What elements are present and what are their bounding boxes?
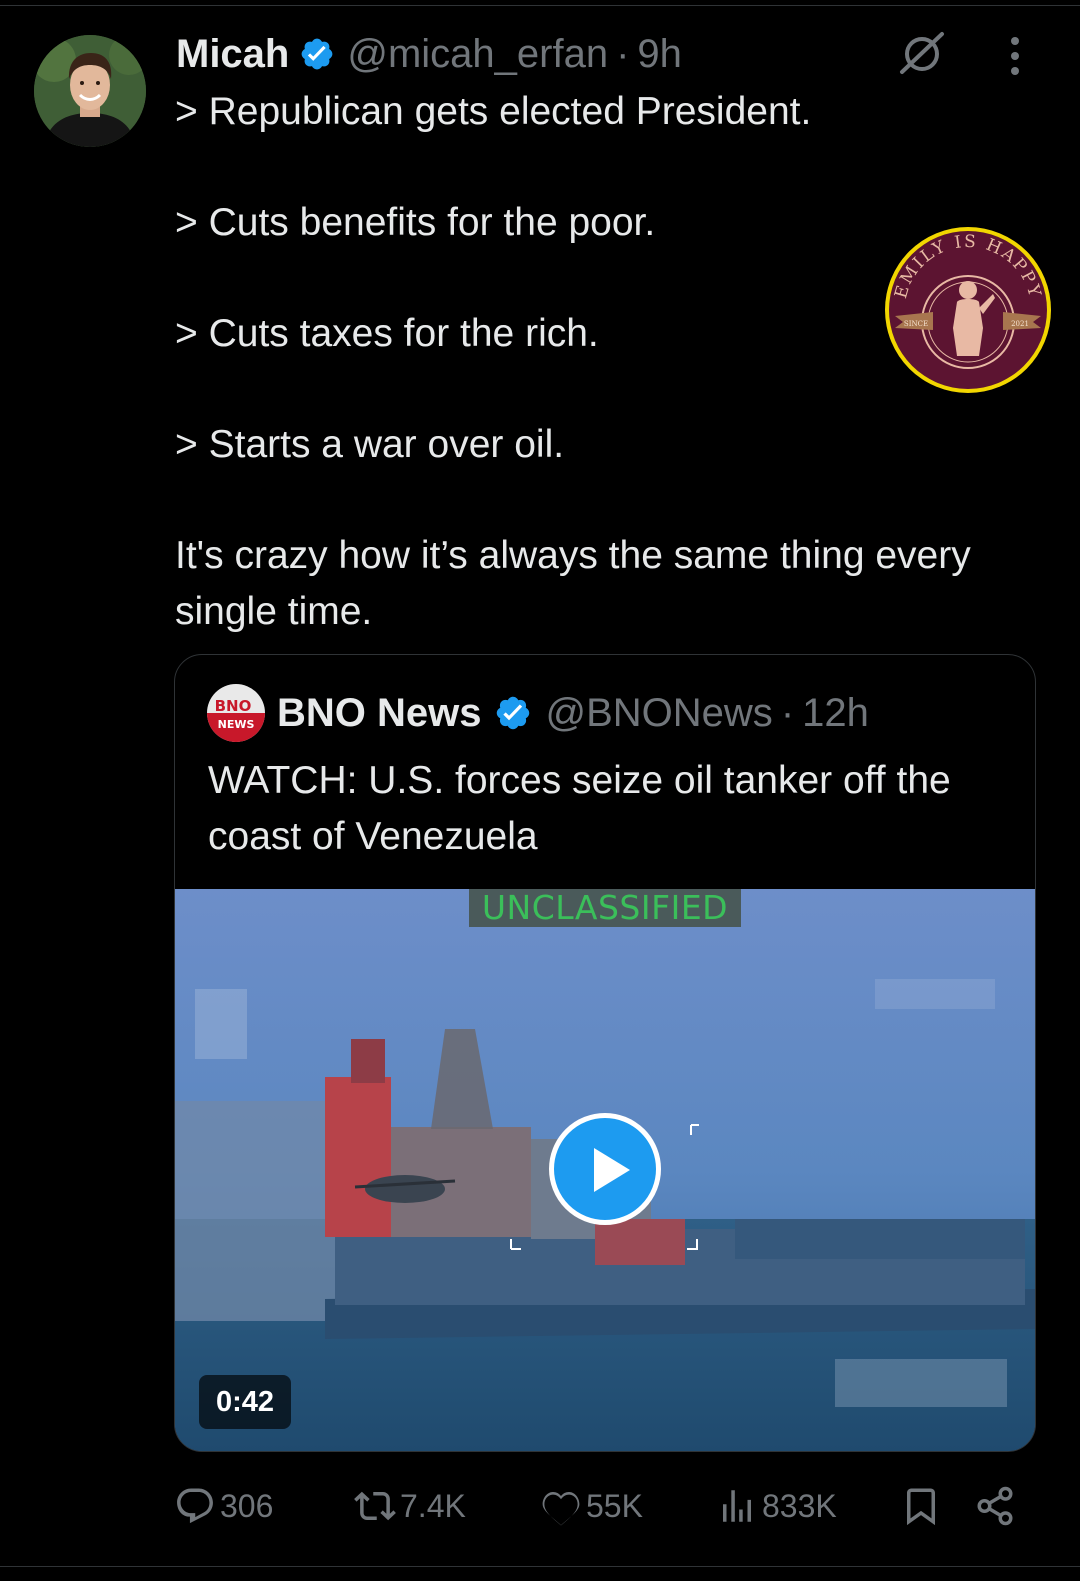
post-time[interactable]: 9h xyxy=(637,32,682,77)
repost-icon xyxy=(354,1491,396,1521)
quoted-tweet[interactable]: BNO NEWS BNO News @BNONews · 12h WATCH: … xyxy=(174,654,1036,1452)
views-icon xyxy=(723,1490,751,1522)
bookmark-button[interactable] xyxy=(900,1478,942,1534)
reply-button[interactable]: 306 xyxy=(174,1478,273,1534)
quoted-tweet-text: WATCH: U.S. forces seize oil tanker off … xyxy=(208,759,951,858)
author-handle[interactable]: @micah_erfan xyxy=(347,32,608,77)
quoted-author-handle[interactable]: @BNONews xyxy=(546,691,773,736)
video-player[interactable]: UNCLASSIFIED 0:42 xyxy=(175,889,1035,1451)
quoted-tweet-header: BNO NEWS BNO News @BNONews · 12h xyxy=(207,684,869,742)
verified-badge-icon xyxy=(299,36,335,72)
tweet-line: It's crazy how it’s always the same thin… xyxy=(175,534,971,633)
play-icon xyxy=(594,1148,630,1192)
unclassified-label: UNCLASSIFIED xyxy=(469,889,741,927)
bno-logo-text: BNO xyxy=(215,697,252,715)
heart-icon xyxy=(542,1491,580,1526)
share-icon xyxy=(977,1486,1013,1526)
separator-dot: · xyxy=(616,31,630,76)
like-button[interactable]: 55K xyxy=(540,1478,643,1534)
quoted-post-time[interactable]: 12h xyxy=(802,691,869,736)
bookmark-icon xyxy=(907,1488,935,1526)
repost-button[interactable]: 7.4K xyxy=(354,1478,466,1534)
avatar[interactable] xyxy=(34,35,146,147)
reply-icon xyxy=(177,1488,213,1524)
views-button[interactable]: 833K xyxy=(716,1478,837,1534)
separator-dot: · xyxy=(780,690,795,735)
tweet-header: Micah @micah_erfan · 9h xyxy=(176,28,682,80)
view-count: 833K xyxy=(762,1487,837,1524)
watermark-since: SINCE xyxy=(904,320,928,328)
top-divider xyxy=(0,5,1080,6)
grok-icon[interactable] xyxy=(896,30,948,76)
share-button[interactable] xyxy=(974,1478,1016,1534)
tweet-line: > Starts a war over oil. xyxy=(175,423,565,466)
bottom-divider xyxy=(0,1566,1080,1567)
avatar-photo xyxy=(34,35,146,147)
more-options-icon[interactable] xyxy=(1004,34,1026,78)
tweet-line: > Republican gets elected President. xyxy=(175,90,812,133)
like-count: 55K xyxy=(586,1487,643,1524)
bno-news-avatar[interactable]: BNO NEWS xyxy=(207,684,265,742)
repost-count: 7.4K xyxy=(400,1487,466,1524)
reply-count: 306 xyxy=(220,1487,274,1524)
quoted-author-name[interactable]: BNO News xyxy=(277,691,482,736)
author-name[interactable]: Micah xyxy=(176,32,289,77)
video-duration: 0:42 xyxy=(199,1375,291,1429)
watermark-year: 2021 xyxy=(1011,320,1029,328)
watermark-logo: EMILY IS HAPPY SINCE 2021 xyxy=(883,224,1053,396)
verified-badge-icon xyxy=(494,694,532,732)
play-button[interactable] xyxy=(549,1113,661,1225)
action-bar: 306 7.4K 55K 833K xyxy=(0,1478,1080,1534)
bno-logo-subtext: NEWS xyxy=(218,718,255,731)
